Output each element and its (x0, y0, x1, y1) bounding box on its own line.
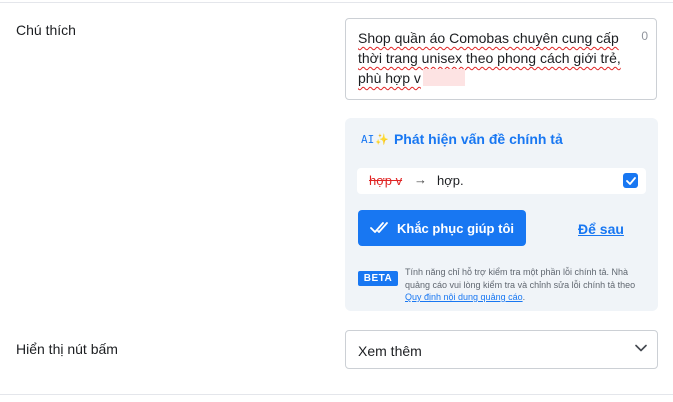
check-icon (625, 176, 636, 185)
arrow-right-icon: → (414, 172, 427, 187)
ai-badge: AI (361, 132, 375, 146)
misspelled-text: hợp v (369, 173, 403, 188)
error-highlight (422, 69, 465, 86)
caption-text[interactable]: Shop quần áo Comobas chuyên cung cấp thờ… (358, 28, 628, 88)
content-policy-link[interactable]: Quy định nội dung quảng cáo (405, 292, 523, 302)
corrected-text: hợp. (437, 173, 464, 188)
fix-button[interactable]: Khắc phục giúp tôi (358, 210, 526, 246)
sparkle-icon: ✨ (375, 133, 389, 146)
beta-note-end: . (522, 292, 526, 302)
bottom-divider (0, 394, 673, 395)
beta-note-text: Tính năng chỉ hỗ trợ kiểm tra một phần l… (405, 267, 636, 290)
caption-textarea[interactable]: Shop quần áo Comobas chuyên cung cấp thờ… (345, 18, 657, 100)
caption-line-2: thời trang unisex theo phong cách giới t… (358, 50, 621, 66)
fix-button-label: Khắc phục giúp tôi (397, 220, 514, 236)
spellcheck-header: AI ✨ Phát hiện vấn đề chính tả (361, 131, 563, 147)
cta-selected-value: Xem thêm (358, 343, 422, 359)
char-counter: 0 (641, 29, 648, 43)
suggestion-checkbox[interactable] (623, 173, 638, 188)
top-divider (0, 2, 673, 3)
caption-line-3: phù hợp v (358, 70, 421, 86)
suggestion-row[interactable]: hợp v → hợp. (357, 168, 646, 194)
caption-label: Chú thích (16, 22, 76, 38)
caption-line-1: Shop quần áo Comobas chuyên cung cấp (358, 30, 619, 46)
cta-label: Hiển thị nút bấm (16, 341, 118, 357)
spellcheck-panel: AI ✨ Phát hiện vấn đề chính tả hợp v → h… (345, 118, 658, 311)
beta-badge: BETA (358, 271, 398, 286)
later-link[interactable]: Để sau (578, 221, 624, 237)
double-check-icon (370, 222, 388, 233)
beta-note: Tính năng chỉ hỗ trợ kiểm tra một phần l… (405, 266, 650, 304)
chevron-down-icon (635, 344, 647, 352)
spellcheck-title: Phát hiện vấn đề chính tả (393, 131, 563, 147)
cta-select[interactable]: Xem thêm (345, 330, 658, 369)
